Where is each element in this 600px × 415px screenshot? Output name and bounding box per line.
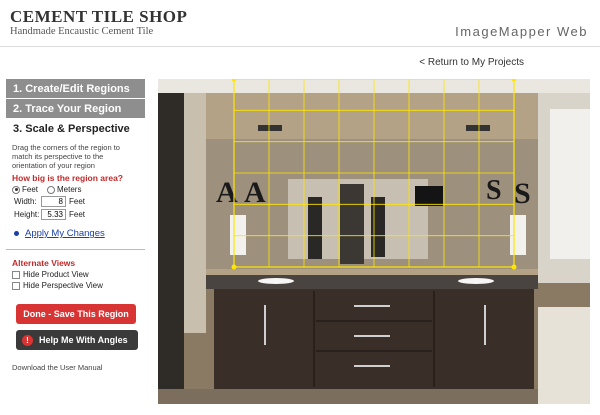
brand-title: CEMENT TILE SHOP (10, 7, 188, 26)
width-unit: Feet (69, 196, 86, 206)
step-create-edit-regions[interactable]: 1. Create/Edit Regions (6, 79, 145, 99)
hide-perspective-view-label: Hide Perspective View (23, 281, 103, 290)
floor (158, 389, 590, 404)
feet-label: Feet (22, 185, 39, 194)
alert-icon: ! (22, 334, 33, 346)
meters-label: Meters (57, 185, 82, 194)
brand-logo[interactable]: CEMENT TILE SHOP Handmade Encaustic Ceme… (10, 8, 187, 38)
hide-perspective-view-checkbox[interactable] (12, 281, 20, 290)
help-with-angles-label: Help Me With Angles (39, 335, 128, 345)
left-sink (258, 278, 294, 284)
header-divider (0, 46, 600, 47)
width-label: Width: (14, 196, 37, 206)
feet-radio[interactable] (12, 185, 20, 194)
height-row: Height: Feet (6, 207, 145, 220)
sidebar: 1. Create/Edit Regions 2. Trace Your Reg… (6, 79, 145, 415)
brand-subtitle: Handmade Encaustic Cement Tile (10, 26, 154, 37)
drawer-handle-2 (354, 335, 390, 337)
corner-drag-handle[interactable] (511, 264, 517, 270)
height-input[interactable] (41, 208, 66, 220)
bullet-icon (14, 231, 19, 236)
height-unit: Feet (69, 209, 86, 219)
right-towel (510, 215, 526, 255)
step-scale-perspective[interactable]: 3. Scale & Perspective (6, 119, 145, 139)
reflection-doorway (340, 184, 364, 264)
hide-product-view-checkbox[interactable] (12, 270, 20, 279)
apply-changes-label: Apply My Changes (25, 228, 105, 239)
reflection-tv (415, 186, 443, 206)
unit-radio-group: Feet Meters (6, 183, 145, 194)
return-to-projects-link[interactable]: < Return to My Projects (419, 57, 524, 68)
right-window (550, 109, 590, 259)
hide-product-view-row: Hide Product View (6, 268, 145, 279)
corner-drag-handle[interactable] (231, 264, 237, 270)
width-row: Width: Feet (6, 194, 145, 207)
download-manual-link[interactable]: Download the User Manual (6, 350, 145, 372)
apply-changes-link[interactable]: Apply My Changes (6, 220, 145, 239)
app-title: ImageMapper Web (455, 24, 588, 39)
room-photo-canvas[interactable]: A A S S (158, 79, 590, 404)
bathroom-photo: A A S S (158, 79, 590, 404)
reflection-towel-left (308, 197, 322, 259)
width-input[interactable] (41, 195, 66, 207)
wall-letter-s-left: S (486, 175, 502, 206)
step-trace-region[interactable]: 2. Trace Your Region (6, 99, 145, 119)
hide-perspective-view-row: Hide Perspective View (6, 279, 145, 290)
reflection-towel-right (371, 197, 385, 257)
wall-letter-s-right: S (514, 177, 531, 210)
left-towel (230, 215, 246, 255)
right-door-handle (484, 305, 486, 345)
region-size-question: How big is the region area? (12, 173, 123, 183)
done-save-region-button[interactable]: Done - Save This Region (16, 304, 136, 324)
left-door-handle (264, 305, 266, 345)
left-doorway (158, 93, 184, 404)
drawer-handle-1 (354, 305, 390, 307)
left-side-wall (184, 93, 206, 333)
alternate-views-title: Alternate Views (12, 258, 76, 268)
bathtub (538, 307, 590, 404)
scale-hint-text: Drag the corners of the region to match … (12, 143, 120, 170)
hide-product-view-label: Hide Product View (23, 270, 89, 279)
drawer-handle-3 (354, 365, 390, 367)
right-sconce (466, 125, 490, 131)
help-with-angles-button[interactable]: ! Help Me With Angles (16, 330, 138, 350)
meters-radio[interactable] (47, 185, 56, 194)
right-sink (458, 278, 494, 284)
header: CEMENT TILE SHOP Handmade Encaustic Ceme… (0, 0, 600, 46)
left-sconce (258, 125, 282, 131)
height-label: Height: (14, 209, 40, 219)
